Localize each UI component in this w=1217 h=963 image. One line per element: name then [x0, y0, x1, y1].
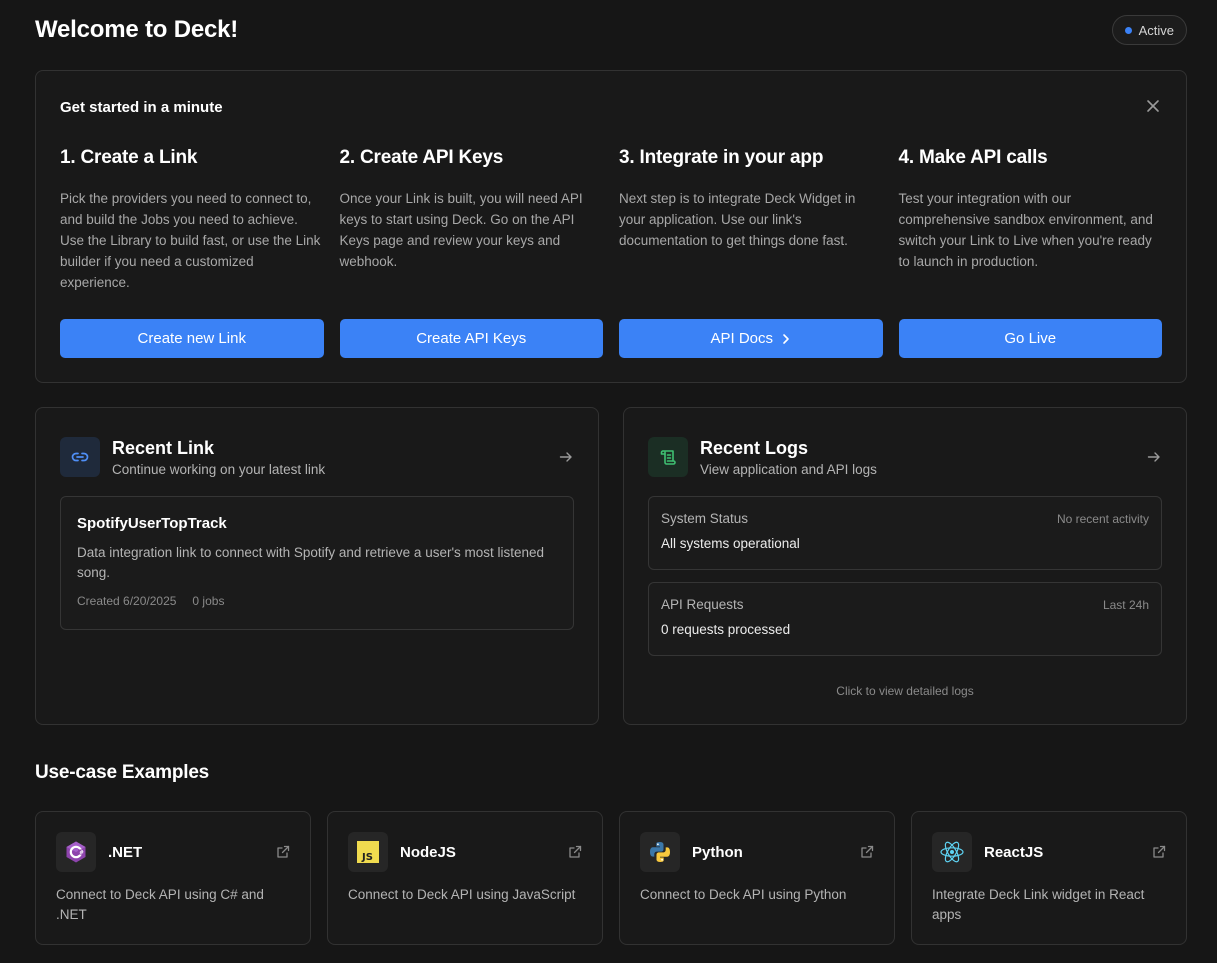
example-description: Connect to Deck API using Python	[640, 887, 847, 902]
python-icon	[640, 832, 680, 872]
react-icon	[932, 832, 972, 872]
step-title: 2. Create API Keys	[339, 147, 504, 168]
arrow-right-icon[interactable]	[1146, 449, 1162, 465]
page-title: Welcome to Deck!	[35, 16, 239, 43]
external-link-icon[interactable]	[860, 845, 874, 859]
step-title: 4. Make API calls	[898, 147, 1048, 168]
link-description: Data integration link to connect with Sp…	[77, 545, 545, 580]
get-started-card: Get started in a minute 1. Create a Link…	[35, 70, 1187, 383]
button-label: API Docs	[710, 330, 774, 347]
get-started-title: Get started in a minute	[60, 99, 223, 116]
example-description: Connect to Deck API using C# and .NET	[56, 887, 264, 922]
recent-link-item[interactable]: SpotifyUserTopTrack Data integration lin…	[60, 496, 574, 630]
dotnet-icon: #	[56, 832, 96, 872]
api-requests-box: API Requests Last 24h 0 requests process…	[648, 582, 1162, 656]
status-dot	[1124, 26, 1132, 34]
recent-link-header[interactable]: Recent Link Continue working on your lat…	[60, 436, 574, 478]
examples-row: # .NET Connect to Deck API using C# and …	[35, 811, 1187, 945]
recent-logs-title: Recent Logs	[700, 438, 809, 458]
status-label: Active	[1138, 22, 1174, 38]
svg-text:JS: JS	[361, 852, 373, 863]
example-card-reactjs[interactable]: ReactJS Integrate Deck Link widget in Re…	[911, 811, 1187, 945]
scroll-icon	[648, 437, 688, 477]
step-description: Test your integration with our comprehen…	[898, 191, 1153, 269]
example-name: .NET	[108, 843, 143, 861]
button-label: Create API Keys	[416, 330, 527, 347]
recent-link-card: Recent Link Continue working on your lat…	[35, 407, 599, 725]
external-link-icon[interactable]	[568, 845, 582, 859]
example-card-dotnet[interactable]: # .NET Connect to Deck API using C# and …	[35, 811, 311, 945]
external-link-icon[interactable]	[1152, 845, 1166, 859]
go-live-button[interactable]: Go Live	[898, 319, 1162, 358]
javascript-icon: JS	[348, 832, 388, 872]
page-header: Welcome to Deck! Active	[35, 14, 1187, 46]
step-create-link: 1. Create a Link Pick the providers you …	[60, 147, 324, 358]
chevron-right-icon	[783, 333, 789, 344]
step-description: Pick the providers you need to connect t…	[60, 191, 321, 290]
system-status-activity: No recent activity	[1056, 511, 1149, 526]
link-icon	[60, 437, 100, 477]
step-description: Next step is to integrate Deck Widget in…	[619, 191, 856, 248]
example-name: NodeJS	[400, 843, 456, 861]
create-new-link-button[interactable]: Create new Link	[60, 319, 324, 358]
example-description: Connect to Deck API using JavaScript	[348, 887, 576, 902]
recent-logs-subtitle: View application and API logs	[700, 462, 877, 477]
svg-text:#: #	[79, 850, 84, 856]
link-name: SpotifyUserTopTrack	[77, 515, 227, 532]
examples-title: Use-case Examples	[35, 762, 210, 783]
recent-logs-header[interactable]: Recent Logs View application and API log…	[648, 436, 1162, 478]
example-name: ReactJS	[984, 843, 1044, 861]
example-name: Python	[692, 843, 743, 861]
api-requests-period: Last 24h	[1102, 597, 1149, 612]
recent-link-title: Recent Link	[112, 438, 215, 458]
steps-row: 1. Create a Link Pick the providers you …	[60, 147, 1162, 358]
button-label: Create new Link	[137, 330, 246, 347]
step-title: 3. Integrate in your app	[619, 147, 824, 168]
system-status-value: All systems operational	[661, 536, 800, 551]
create-api-keys-button[interactable]: Create API Keys	[339, 319, 603, 358]
view-detailed-logs-link[interactable]: Click to view detailed logs	[624, 684, 1186, 698]
api-requests-label: API Requests	[661, 597, 744, 612]
step-description: Once your Link is built, you will need A…	[339, 191, 583, 269]
step-create-api-keys: 2. Create API Keys Once your Link is bui…	[339, 147, 603, 358]
close-icon[interactable]	[1146, 99, 1160, 113]
step-make-api-calls: 4. Make API calls Test your integration …	[898, 147, 1162, 358]
external-link-icon[interactable]	[276, 845, 290, 859]
api-requests-value: 0 requests processed	[661, 622, 791, 637]
status-badge[interactable]: Active	[1111, 15, 1187, 45]
recent-link-subtitle: Continue working on your latest link	[112, 462, 326, 477]
system-status-label: System Status	[661, 511, 749, 526]
arrow-right-icon[interactable]	[558, 449, 574, 465]
step-title: 1. Create a Link	[60, 147, 198, 168]
recent-logs-card: Recent Logs View application and API log…	[623, 407, 1187, 725]
link-created-date: Created 6/20/2025	[77, 594, 177, 608]
api-docs-button[interactable]: API Docs	[619, 319, 883, 358]
example-card-python[interactable]: Python Connect to Deck API using Python	[619, 811, 895, 945]
link-meta: Created 6/20/2025 0 jobs	[77, 594, 557, 608]
example-description: Integrate Deck Link widget in React apps	[932, 887, 1145, 922]
link-jobs-count: 0 jobs	[192, 594, 225, 608]
button-label: Go Live	[1004, 330, 1057, 347]
system-status-box: System Status No recent activity All sys…	[648, 496, 1162, 570]
example-card-nodejs[interactable]: JS NodeJS Connect to Deck API using Java…	[327, 811, 603, 945]
step-integrate: 3. Integrate in your app Next step is to…	[619, 147, 883, 358]
